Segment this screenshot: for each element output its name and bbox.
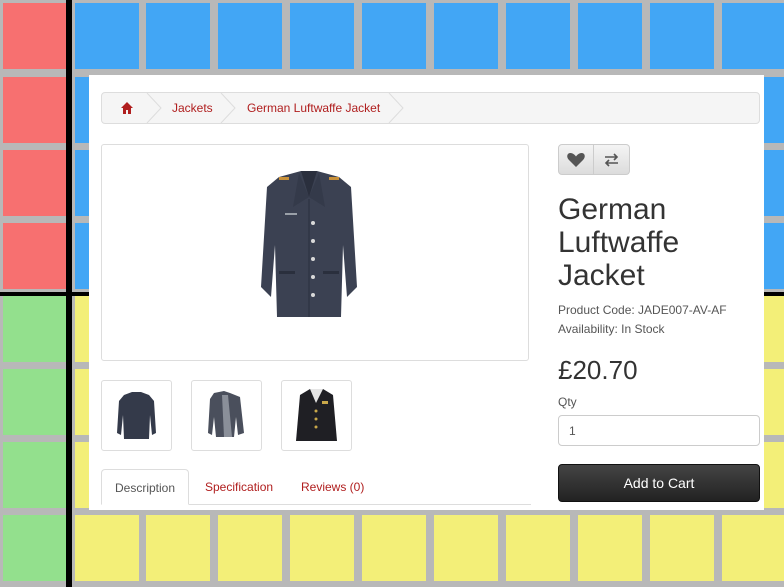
jacket-front-image (261, 171, 357, 317)
main-product-image[interactable] (101, 144, 529, 361)
qty-input[interactable] (558, 415, 760, 446)
breadcrumb-separator (146, 93, 162, 123)
availability: Availability: In Stock (558, 322, 665, 336)
product-price: £20.70 (558, 355, 638, 385)
grid-cell (650, 515, 714, 581)
thumbnail-2[interactable] (191, 380, 262, 451)
heart-icon (567, 153, 585, 167)
compare-arrows-icon (604, 153, 619, 167)
grid-cell (3, 515, 67, 581)
grid-cell (434, 515, 498, 581)
home-icon[interactable] (120, 101, 134, 115)
thumbnail-1[interactable] (101, 380, 172, 451)
grid-cell (290, 515, 354, 581)
grid-cell (3, 369, 67, 435)
breadcrumb-item-jackets[interactable]: Jackets (172, 93, 213, 123)
tab-description[interactable]: Description (101, 469, 189, 505)
product-action-buttons (558, 144, 631, 175)
compare-button[interactable] (594, 144, 630, 175)
grid-cell (146, 3, 210, 69)
grid-cell (218, 3, 282, 69)
grid-cell (75, 515, 139, 581)
tab-reviews[interactable]: Reviews (0) (301, 469, 364, 505)
grid-cell (218, 515, 282, 581)
jacket-open-thumb (208, 391, 244, 437)
breadcrumb-separator (388, 93, 404, 123)
grid-cell (3, 77, 67, 143)
jacket-on-mannequin-thumb (296, 389, 337, 441)
grid-cell (3, 296, 67, 362)
tab-specification[interactable]: Specification (205, 469, 273, 505)
breadcrumb-item-product[interactable]: German Luftwaffe Jacket (247, 93, 380, 123)
add-to-cart-button[interactable]: Add to Cart (558, 464, 760, 502)
grid-cell (506, 3, 570, 69)
grid-cell (506, 515, 570, 581)
grid-cell (290, 3, 354, 69)
grid-cell (3, 3, 67, 69)
grid-cell (650, 3, 714, 69)
breadcrumb-separator (220, 93, 236, 123)
grid-cell (3, 150, 67, 216)
grid-cell (578, 515, 642, 581)
product-title: German Luftwaffe Jacket (558, 193, 680, 292)
grid-cell (146, 515, 210, 581)
thumbnail-3[interactable] (281, 380, 352, 451)
grid-cell (722, 3, 784, 69)
grid-cell (362, 3, 426, 69)
breadcrumb: Jackets German Luftwaffe Jacket (101, 92, 760, 124)
grid-cell (578, 3, 642, 69)
grid-cell (75, 3, 139, 69)
product-code: Product Code: JADE007-AV-AF (558, 303, 727, 317)
qty-label: Qty (558, 395, 577, 409)
jacket-front-thumb (117, 392, 156, 439)
grid-cell (3, 442, 67, 508)
product-page: Jackets German Luftwaffe Jacket Descript… (89, 75, 764, 510)
grid-cell (434, 3, 498, 69)
grid-cell (362, 515, 426, 581)
grid-cell (722, 515, 784, 581)
grid-cell (3, 223, 67, 289)
wishlist-button[interactable] (558, 144, 594, 175)
